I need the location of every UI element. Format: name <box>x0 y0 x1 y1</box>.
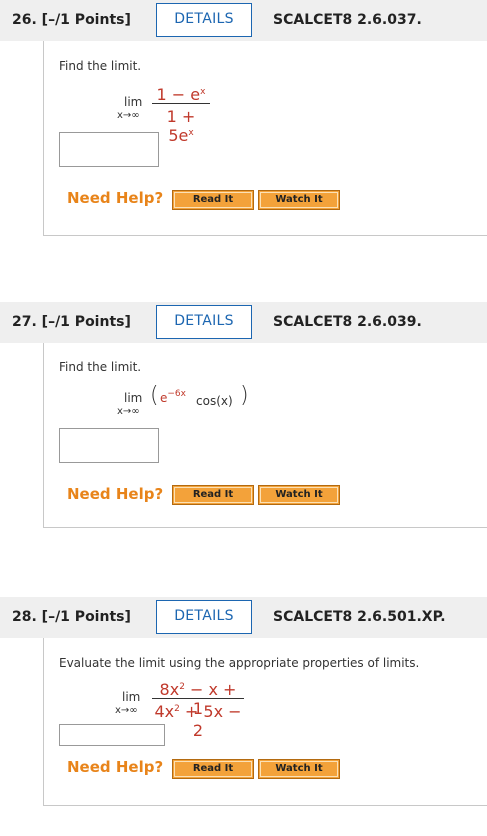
answer-input[interactable] <box>59 132 159 167</box>
details-button[interactable]: DETAILS <box>156 600 252 634</box>
read-it-button[interactable]: Read It <box>172 485 254 505</box>
question-title: 27. [–/1 Points] <box>12 314 131 330</box>
exponential-term: e−6x <box>160 389 186 405</box>
fraction-denominator: 1 + 5ex <box>166 107 196 145</box>
need-help-label: Need Help? <box>67 758 164 776</box>
question-title: 26. [–/1 Points] <box>12 12 131 28</box>
watch-it-button[interactable]: Watch It <box>258 190 340 210</box>
question-header: 26. [–/1 Points] DETAILS SCALCET8 2.6.03… <box>0 0 487 41</box>
lim-label: lim <box>122 690 141 704</box>
question-prompt: Find the limit. <box>59 59 142 73</box>
lim-label: lim <box>124 95 143 109</box>
fraction-bar <box>152 103 210 104</box>
lim-subscript: x→∞ <box>115 705 138 716</box>
question-prompt: Evaluate the limit using the appropriate… <box>59 656 420 670</box>
details-button[interactable]: DETAILS <box>156 305 252 339</box>
watch-it-button[interactable]: Watch It <box>258 759 340 779</box>
answer-input[interactable] <box>59 428 159 463</box>
question-code: SCALCET8 2.6.501.XP. <box>273 609 446 625</box>
question-prompt: Find the limit. <box>59 360 142 374</box>
question-header: 28. [–/1 Points] DETAILS SCALCET8 2.6.50… <box>0 597 487 638</box>
read-it-button[interactable]: Read It <box>172 759 254 779</box>
fraction-bar <box>152 698 244 699</box>
open-paren: ( <box>150 383 159 408</box>
question-code: SCALCET8 2.6.039. <box>273 314 422 330</box>
question-body: Evaluate the limit using the appropriate… <box>43 638 487 806</box>
answer-input[interactable] <box>59 724 165 746</box>
cosine-term: cos(x) <box>196 394 233 408</box>
fraction-denominator: 4x2 + 5x − 2 <box>154 702 242 740</box>
question-body: Find the limit. lim x→∞ ( e−6x cos(x) ) … <box>43 343 487 528</box>
watch-it-button[interactable]: Watch It <box>258 485 340 505</box>
lim-subscript: x→∞ <box>117 406 140 417</box>
close-paren: ) <box>240 383 249 408</box>
lim-label: lim <box>124 391 143 405</box>
question-title: 28. [–/1 Points] <box>12 609 131 625</box>
details-button[interactable]: DETAILS <box>156 3 252 37</box>
read-it-button[interactable]: Read It <box>172 190 254 210</box>
fraction-numerator: 1 − ex <box>156 85 206 104</box>
question-body: Find the limit. lim x→∞ 1 − ex 1 + 5ex N… <box>43 41 487 236</box>
need-help-label: Need Help? <box>67 485 164 503</box>
question-header: 27. [–/1 Points] DETAILS SCALCET8 2.6.03… <box>0 302 487 343</box>
need-help-label: Need Help? <box>67 189 164 207</box>
lim-subscript: x→∞ <box>117 110 140 121</box>
question-code: SCALCET8 2.6.037. <box>273 12 422 28</box>
